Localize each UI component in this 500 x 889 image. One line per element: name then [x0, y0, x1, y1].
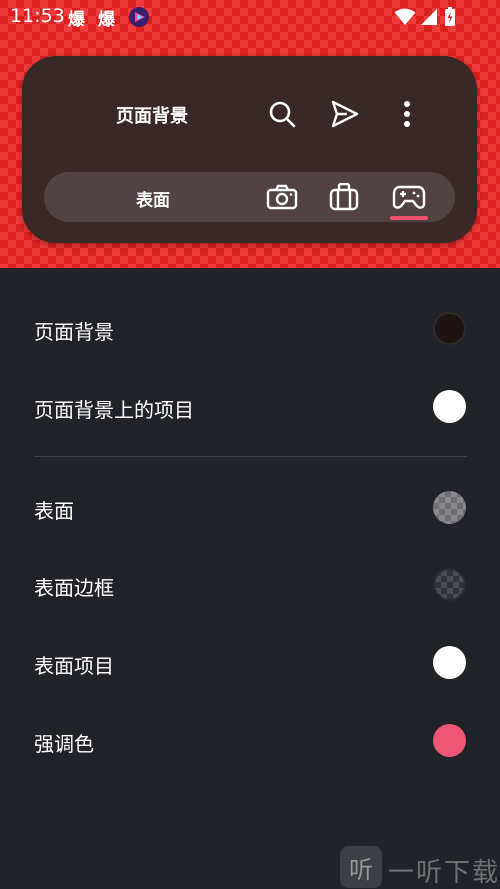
active-tab-indicator [390, 216, 428, 220]
page-title: 页面背景 [116, 106, 188, 127]
divider [34, 456, 467, 457]
color-swatch[interactable] [433, 646, 466, 679]
tab-bag[interactable] [324, 177, 364, 217]
tab-camera[interactable] [262, 177, 302, 217]
battery-icon [445, 7, 455, 26]
color-row-surface-border[interactable]: 表面边框 [0, 554, 500, 614]
row-label: 表面项目 [34, 654, 114, 678]
gamepad-icon [392, 185, 426, 209]
color-row-page-background[interactable]: 页面背景 [0, 298, 500, 358]
status-icons [394, 7, 464, 27]
status-time: 11:53 [10, 5, 65, 27]
tab-bar: 表面 [44, 172, 455, 222]
send-icon [331, 100, 359, 128]
more-vert-icon [404, 101, 410, 127]
row-label: 强调色 [34, 732, 94, 756]
notification-icon: 爆 [68, 10, 85, 30]
tab-bar-label: 表面 [136, 191, 170, 211]
send-button[interactable] [325, 94, 365, 134]
bag-icon [329, 183, 359, 211]
toolbar-card: 页面背景 表面 [22, 56, 477, 243]
search-icon [269, 101, 296, 128]
row-label: 表面 [34, 499, 74, 523]
color-swatch[interactable] [433, 724, 466, 757]
wifi-icon [394, 8, 416, 25]
signal-icon [421, 9, 437, 25]
color-swatch[interactable] [433, 568, 466, 601]
color-swatch[interactable] [433, 312, 466, 345]
color-swatch[interactable] [433, 390, 466, 423]
watermark: 听 一听下载 [340, 846, 500, 889]
search-button[interactable] [262, 94, 302, 134]
tab-gamepad[interactable] [389, 177, 429, 217]
color-row-accent[interactable]: 强调色 [0, 710, 500, 770]
row-label: 页面背景 [34, 320, 114, 344]
more-options-button[interactable] [387, 94, 427, 134]
row-label: 表面边框 [34, 576, 114, 600]
notification-icon: 爆 [98, 10, 115, 30]
watermark-logo: 听 [340, 846, 382, 888]
status-bar: 11:53 爆 爆 [0, 0, 500, 34]
camera-icon [266, 184, 298, 210]
app-notification-icon [129, 7, 149, 27]
color-row-page-background-items[interactable]: 页面背景上的项目 [0, 376, 500, 436]
color-swatch[interactable] [433, 491, 466, 524]
row-label: 页面背景上的项目 [34, 398, 194, 422]
color-row-surface-items[interactable]: 表面项目 [0, 632, 500, 692]
color-row-surface[interactable]: 表面 [0, 477, 500, 537]
watermark-text: 一听下载 [388, 858, 500, 888]
